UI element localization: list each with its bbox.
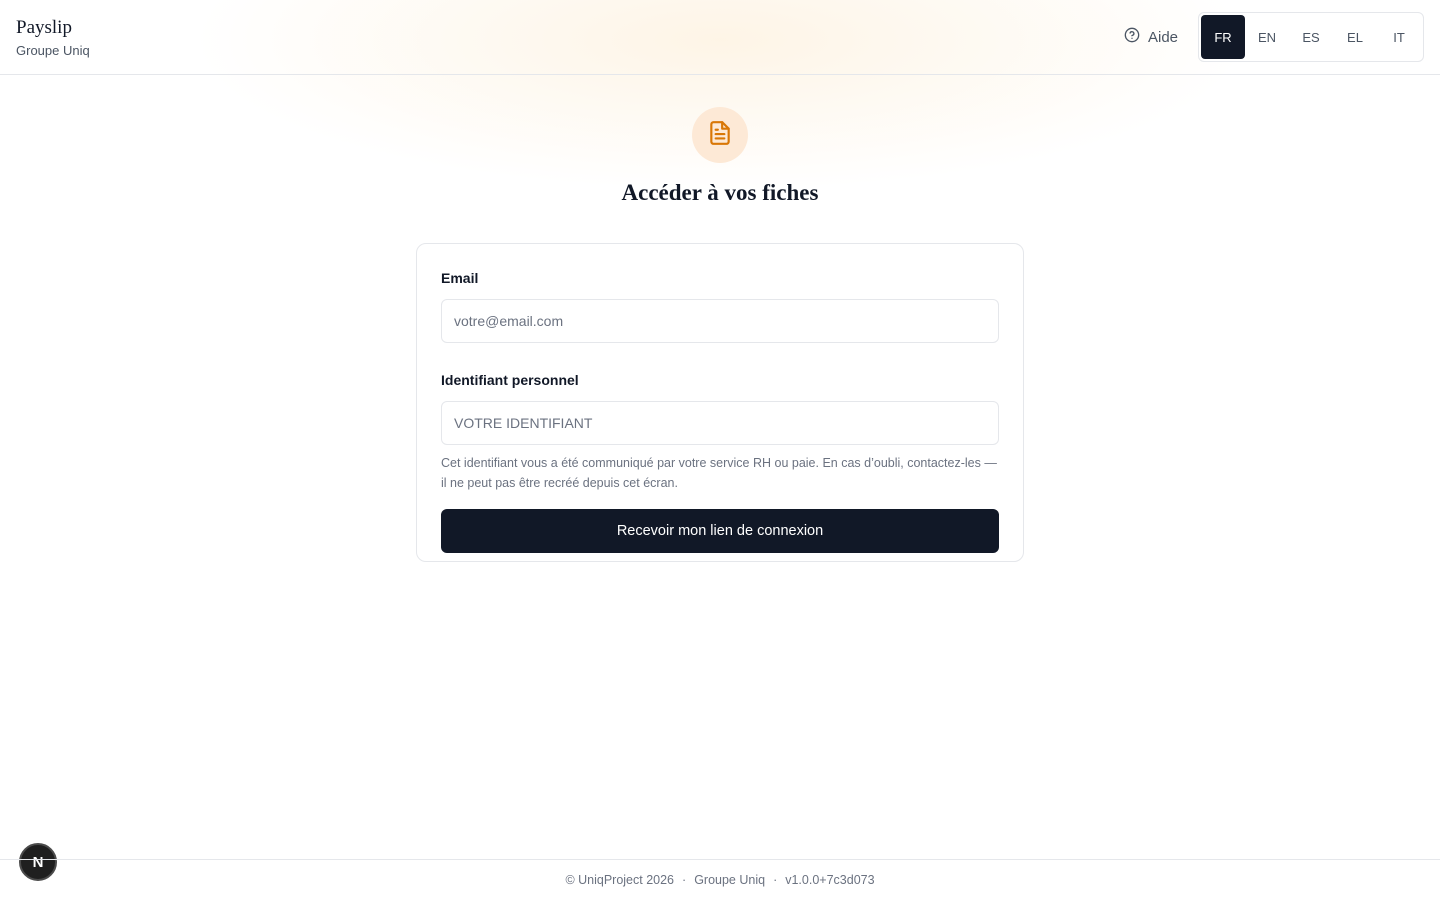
identifier-hint: Cet identifiant vous a été communiqué pa… xyxy=(441,456,997,490)
email-input[interactable] xyxy=(441,299,999,343)
language-en-button[interactable]: EN xyxy=(1245,15,1289,59)
language-el-button[interactable]: EL xyxy=(1333,15,1377,59)
identifier-label: Identifiant personnel xyxy=(441,372,579,388)
footer-separator: · xyxy=(682,873,687,887)
page-title: Accéder à vos fiches xyxy=(621,180,819,205)
document-icon xyxy=(707,120,733,151)
help-label: Aide xyxy=(1148,28,1179,46)
brand: Payslip Groupe Uniq xyxy=(16,16,90,60)
help-circle-icon xyxy=(1124,27,1140,47)
footer-copyright: © UniqProject 2026 xyxy=(565,873,675,887)
help-button[interactable]: Aide xyxy=(1124,26,1178,48)
footer-company: Groupe Uniq xyxy=(694,873,766,887)
brand-name: Payslip xyxy=(16,17,72,38)
footer-version: v1.0.0+7c3d073 xyxy=(785,873,875,887)
identifier-input[interactable] xyxy=(441,401,999,445)
document-icon-badge xyxy=(692,107,748,163)
email-label: Email xyxy=(441,270,479,286)
top-bar: Payslip Groupe Uniq Aide FR EN ES EL IT xyxy=(0,0,1440,75)
language-fr-button[interactable]: FR xyxy=(1201,15,1245,59)
language-it-button[interactable]: IT xyxy=(1377,15,1421,59)
submit-button[interactable]: Recevoir mon lien de connexion xyxy=(441,509,999,553)
language-switcher: FR EN ES EL IT xyxy=(1198,12,1424,62)
footer: © UniqProject 2026 · Groupe Uniq · v1.0.… xyxy=(0,859,1440,900)
brand-subtitle: Groupe Uniq xyxy=(16,43,90,58)
footer-separator: · xyxy=(773,873,778,887)
language-es-button[interactable]: ES xyxy=(1289,15,1333,59)
login-form: Email Identifiant personnel Cet identifi… xyxy=(416,243,1024,562)
